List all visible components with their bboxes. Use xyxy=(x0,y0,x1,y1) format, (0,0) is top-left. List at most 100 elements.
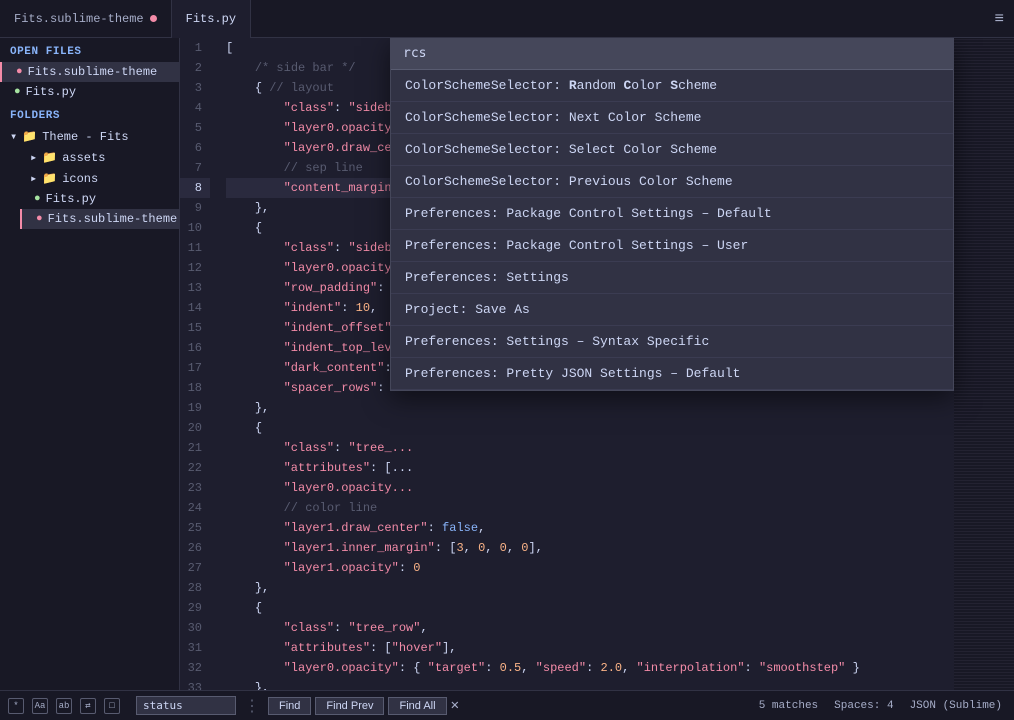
sidebar-filename: Fits.sublime-theme xyxy=(48,212,178,226)
find-close-button[interactable]: ✕ xyxy=(451,697,459,714)
folders-header: FOLDERS xyxy=(0,102,179,126)
code-line: "layer0.opacity... xyxy=(226,478,954,498)
code-line: { xyxy=(226,418,954,438)
code-line: "attributes": ["hover"], xyxy=(226,638,954,658)
line-num: 4 xyxy=(180,98,210,118)
code-line: { xyxy=(226,598,954,618)
minimap-content xyxy=(954,38,1014,690)
sidebar-folder-fits-theme[interactable]: ● Fits.sublime-theme xyxy=(20,209,179,229)
cp-item-2[interactable]: ColorSchemeSelector: Select Color Scheme xyxy=(391,134,953,166)
code-line: }, xyxy=(226,578,954,598)
folder-icon: 📁 xyxy=(22,129,37,144)
find-prev-button[interactable]: Find Prev xyxy=(315,697,384,715)
find-bar: ⋮ Find Find Prev Find All ✕ xyxy=(128,696,739,716)
cp-item-6[interactable]: Preferences: Settings xyxy=(391,262,953,294)
case-icon[interactable]: Aa xyxy=(32,698,48,714)
sidebar-folder-fits-py[interactable]: ● Fits.py xyxy=(20,189,179,209)
wrap-icon[interactable]: ⇄ xyxy=(80,698,96,714)
code-line: }, xyxy=(226,398,954,418)
line-num: 9 xyxy=(180,198,210,218)
find-options-icon[interactable]: ⋮ xyxy=(240,696,264,716)
code-line: "layer0.opacity": { "target": 0.5, "spee… xyxy=(226,658,954,678)
line-num: 13 xyxy=(180,278,210,298)
line-num: 24 xyxy=(180,498,210,518)
sidebar-filename: Fits.py xyxy=(26,85,76,99)
line-num: 11 xyxy=(180,238,210,258)
line-num: 31 xyxy=(180,638,210,658)
sidebar-folder-assets[interactable]: ▸ 📁 assets xyxy=(20,147,179,168)
line-num: 3 xyxy=(180,78,210,98)
folder-arrow: ▸ xyxy=(30,150,37,165)
line-num: 16 xyxy=(180,338,210,358)
line-num: 17 xyxy=(180,358,210,378)
cp-item-1[interactable]: ColorSchemeSelector: Next Color Scheme xyxy=(391,102,953,134)
tab-fits-py[interactable]: Fits.py xyxy=(172,0,251,38)
code-line: "layer1.draw_center": false, xyxy=(226,518,954,538)
find-input[interactable] xyxy=(136,696,236,715)
folder-icon: 📁 xyxy=(42,171,57,186)
line-num: 19 xyxy=(180,398,210,418)
cp-item-8[interactable]: Preferences: Settings – Syntax Specific xyxy=(391,326,953,358)
line-num: 27 xyxy=(180,558,210,578)
tab-fits-sublime-theme[interactable]: Fits.sublime-theme xyxy=(0,0,172,38)
tab-label: Fits.py xyxy=(186,12,236,26)
root-folder-label: Theme - Fits xyxy=(42,130,128,144)
sidebar-file-fits-sublime-theme[interactable]: ● Fits.sublime-theme xyxy=(0,62,179,82)
command-palette-search[interactable]: rcs xyxy=(391,38,953,70)
cp-item-3[interactable]: ColorSchemeSelector: Previous Color Sche… xyxy=(391,166,953,198)
sidebar-root-folder[interactable]: ▾ 📁 Theme - Fits xyxy=(0,126,179,147)
line-num: 32 xyxy=(180,658,210,678)
find-all-button[interactable]: Find All xyxy=(388,697,446,715)
line-num: 20 xyxy=(180,418,210,438)
line-num: 14 xyxy=(180,298,210,318)
sidebar-filename: Fits.sublime-theme xyxy=(28,65,158,79)
line-num: 7 xyxy=(180,158,210,178)
find-button[interactable]: Find xyxy=(268,697,311,715)
editor-area: 1 2 3 4 5 6 7 8 9 10 11 12 13 14 15 16 1… xyxy=(180,38,1014,690)
line-num: 15 xyxy=(180,318,210,338)
matches-label: 5 matches xyxy=(751,700,818,712)
line-num: 29 xyxy=(180,598,210,618)
tab-bar: Fits.sublime-theme Fits.py ≡ xyxy=(0,0,1014,38)
cp-item-7[interactable]: Project: Save As xyxy=(391,294,953,326)
line-num: 26 xyxy=(180,538,210,558)
main-layout: OPEN FILES ● Fits.sublime-theme ● Fits.p… xyxy=(0,38,1014,690)
code-line: // color line xyxy=(226,498,954,518)
sidebar-filename: Fits.py xyxy=(46,192,96,206)
line-num: 33 xyxy=(180,678,210,690)
line-num: 28 xyxy=(180,578,210,598)
sidebar-folder-icons[interactable]: ▸ 📁 icons xyxy=(20,168,179,189)
py-file-icon: ● xyxy=(34,193,41,205)
cp-item-4[interactable]: Preferences: Package Control Settings – … xyxy=(391,198,953,230)
line-num: 23 xyxy=(180,478,210,498)
line-num: 6 xyxy=(180,138,210,158)
cp-item-0[interactable]: ColorSchemeSelector: Random Color Scheme xyxy=(391,70,953,102)
line-numbers: 1 2 3 4 5 6 7 8 9 10 11 12 13 14 15 16 1… xyxy=(180,38,218,690)
status-right: 5 matches Spaces: 4 JSON (Sublime) xyxy=(739,700,1014,712)
regex-icon[interactable]: * xyxy=(8,698,24,714)
code-line: "class": "tree_row", xyxy=(226,618,954,638)
line-num: 5 xyxy=(180,118,210,138)
theme-file-icon: ● xyxy=(36,213,43,225)
tab-menu-button[interactable]: ≡ xyxy=(984,10,1014,28)
cp-item-9[interactable]: Preferences: Pretty JSON Settings – Defa… xyxy=(391,358,953,390)
sidebar: OPEN FILES ● Fits.sublime-theme ● Fits.p… xyxy=(0,38,180,690)
context-icon[interactable]: □ xyxy=(104,698,120,714)
open-files-header: OPEN FILES xyxy=(0,38,179,62)
line-num: 10 xyxy=(180,218,210,238)
sidebar-file-fits-py[interactable]: ● Fits.py xyxy=(0,82,179,102)
status-icons: * Aa ab ⇄ □ xyxy=(0,698,128,714)
word-icon[interactable]: ab xyxy=(56,698,72,714)
command-palette: rcs ColorSchemeSelector: Random Color Sc… xyxy=(390,38,954,391)
tab-label: Fits.sublime-theme xyxy=(14,12,144,26)
minimap xyxy=(954,38,1014,690)
line-num: 30 xyxy=(180,618,210,638)
folder-contents: ▸ 📁 assets ▸ 📁 icons ● Fits.py ● Fits.su… xyxy=(0,147,179,229)
line-num: 22 xyxy=(180,458,210,478)
cp-item-5[interactable]: Preferences: Package Control Settings – … xyxy=(391,230,953,262)
line-num: 12 xyxy=(180,258,210,278)
folder-icon: 📁 xyxy=(42,150,57,165)
code-line: "layer1.inner_margin": [3, 0, 0, 0], xyxy=(226,538,954,558)
code-line: "class": "tree_... xyxy=(226,438,954,458)
py-file-icon: ● xyxy=(14,86,21,98)
